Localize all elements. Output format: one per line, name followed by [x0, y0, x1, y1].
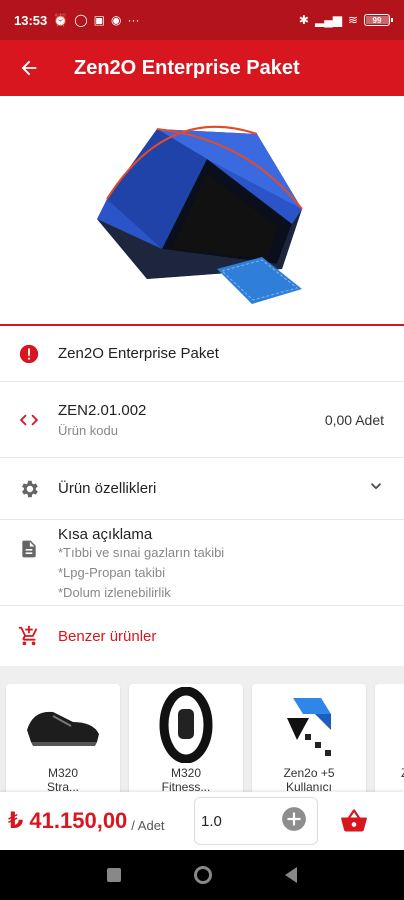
product-thumbnail — [252, 684, 366, 766]
short-description-title: Kısa açıklama — [58, 526, 153, 543]
similar-product-label: Z — [375, 766, 404, 780]
product-thumbnail — [129, 684, 243, 766]
alarm-icon: ⏰ — [53, 13, 69, 27]
plus-icon[interactable] — [281, 806, 307, 837]
bluetooth-icon: ✱ — [298, 13, 309, 27]
product-properties-row[interactable]: Ürün özellikleri — [0, 458, 404, 520]
product-image-area[interactable] — [0, 96, 404, 324]
price: ₺ 41.150,00 — [8, 808, 128, 833]
similar-product-label-2: Kullanıcı — [285, 780, 333, 792]
product-code-row: ZEN2.01.002 Ürün kodu 0,00 Adet — [0, 382, 404, 458]
recent-apps-button[interactable] — [106, 868, 121, 882]
back-nav-button[interactable] — [285, 867, 298, 883]
stock-quantity: 0,00 Adet — [324, 411, 384, 428]
status-bar: 13:53 ⏰ ◯ ▣ ◉ ··· ✱ ▂▄▆ ≋ 99 — [0, 0, 404, 40]
quantity-stepper[interactable]: 1.0 — [194, 797, 318, 845]
app-bar: Zen2O Enterprise Paket — [0, 40, 404, 96]
signal-icon: ▂▄▆ — [314, 13, 342, 27]
similar-product-label-2: Fitness... — [161, 780, 211, 792]
product-properties-label: Ürün özellikleri — [58, 480, 157, 497]
description-line: *Tıbbi ve sınai gazların takibi — [58, 545, 225, 560]
whatsapp-icon: ◯ — [74, 13, 88, 27]
page-title: Zen2O Enterprise Paket — [74, 56, 300, 79]
arrow-back-icon — [21, 60, 37, 76]
status-time: 13:53 — [14, 12, 48, 28]
quantity-input[interactable]: 1.0 — [201, 813, 222, 830]
similar-product-card[interactable]: Z — [375, 684, 404, 792]
wifi-icon: ≋ — [347, 13, 358, 27]
add-to-cart-button[interactable] — [340, 807, 368, 840]
product-thumbnail — [6, 684, 120, 766]
product-code: ZEN2.01.002 — [58, 401, 147, 419]
description-line: *Dolum izlenebilirlik — [58, 585, 171, 600]
product-name: Zen2O Enterprise Paket — [58, 345, 219, 362]
product-image[interactable] — [87, 99, 317, 321]
product-name-row: Zen2O Enterprise Paket — [0, 326, 404, 382]
price-bar: ₺ 41.150,00 / Adet 1.0 — [0, 792, 404, 850]
similar-product-label: M320 — [170, 766, 202, 780]
similar-product-label-2: Stra... — [46, 780, 79, 792]
code-icon — [0, 409, 58, 431]
more-notifications-icon: ··· — [127, 13, 140, 27]
similar-products-label: Benzer ürünler — [58, 627, 157, 645]
app-icon: ▣ — [93, 13, 105, 27]
cart-add-icon — [0, 625, 58, 647]
similar-product-label: Zen2o +5 — [283, 766, 335, 780]
battery-icon: 99 — [364, 14, 393, 26]
similar-products-row: Benzer ürünler — [0, 606, 404, 666]
similar-products-list[interactable]: M320 Stra... M320 Fitness... Zen2o +5 Ku… — [0, 666, 404, 792]
product-thumbnail — [375, 684, 404, 766]
basket-icon — [341, 809, 367, 832]
similar-product-card[interactable]: M320 Stra... — [6, 684, 120, 792]
product-code-label: Ürün kodu — [58, 422, 118, 438]
short-description-row: Kısa açıklama *Tıbbi ve sınai gazların t… — [0, 520, 404, 606]
app-icon-2: ◉ — [110, 13, 122, 27]
similar-product-card[interactable]: Zen2o +5 Kullanıcı — [252, 684, 366, 792]
price-unit: / Adet — [131, 817, 165, 833]
system-nav-bar — [0, 850, 404, 900]
similar-product-card[interactable]: M320 Fitness... — [129, 684, 243, 792]
chevron-down-icon — [366, 476, 386, 501]
document-icon — [0, 526, 58, 560]
info-icon — [0, 343, 58, 365]
gear-icon — [0, 478, 58, 500]
similar-product-label: M320 — [47, 766, 79, 780]
description-line: *Lpg-Propan takibi — [58, 565, 165, 580]
back-button[interactable] — [0, 40, 58, 96]
home-button[interactable] — [193, 866, 212, 884]
